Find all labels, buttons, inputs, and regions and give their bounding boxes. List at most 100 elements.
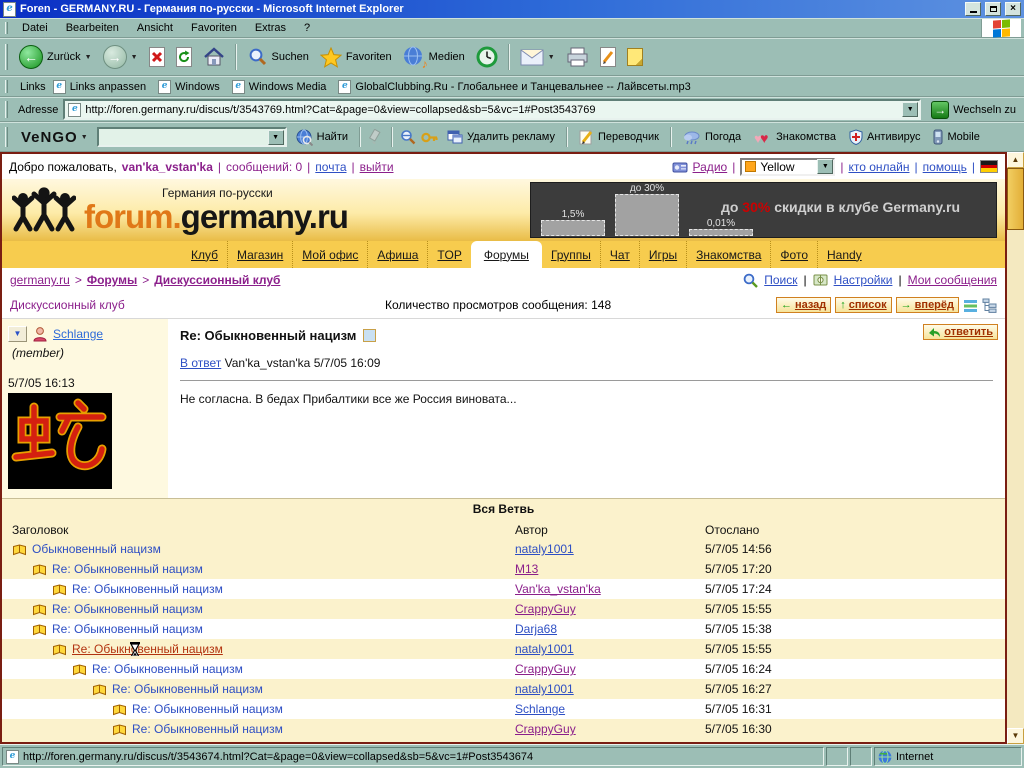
author-link[interactable]: M13 bbox=[515, 562, 538, 576]
toolbar-grip[interactable] bbox=[5, 80, 8, 93]
author-link[interactable]: nataly1001 bbox=[515, 542, 574, 556]
close-button[interactable]: × bbox=[1005, 2, 1021, 16]
settings-link[interactable]: Настройки bbox=[834, 273, 893, 287]
nav-tab[interactable]: Магазин bbox=[227, 241, 292, 268]
media-button[interactable]: ♪ Medien bbox=[398, 41, 470, 73]
address-dropdown-button[interactable]: ▼ bbox=[902, 102, 918, 117]
translator-button[interactable]: Переводчик bbox=[575, 130, 663, 145]
nav-tab[interactable]: Игры bbox=[639, 241, 686, 268]
nav-tab[interactable]: Handy bbox=[817, 241, 871, 268]
search-link[interactable]: Поиск bbox=[764, 273, 797, 287]
scrollbar-track[interactable] bbox=[1007, 230, 1024, 728]
who-online-link[interactable]: кто онлайн bbox=[848, 160, 909, 174]
thread-link[interactable]: Re: Обыкновенный нацизм bbox=[72, 582, 223, 596]
reply-button[interactable]: ответить bbox=[923, 324, 998, 340]
author-link[interactable]: nataly1001 bbox=[515, 682, 574, 696]
author-link[interactable]: Schlange bbox=[515, 702, 565, 716]
logout-link[interactable]: выйти bbox=[360, 160, 394, 174]
thread-link[interactable]: Re: Обыкновенный нацизм bbox=[132, 722, 283, 736]
remove-ads-button[interactable]: Удалить рекламу bbox=[443, 130, 559, 144]
menu-item[interactable]: Ansicht bbox=[128, 20, 182, 36]
thread-link[interactable]: Re: Обыкновенный нацизм bbox=[132, 702, 283, 716]
links-bar-item[interactable]: e Windows Media bbox=[232, 80, 327, 94]
post-link-icon[interactable] bbox=[363, 329, 376, 342]
mail-button[interactable]: ▼ bbox=[515, 41, 560, 73]
mobile-button[interactable]: Mobile bbox=[929, 129, 983, 145]
breadcrumb-club[interactable]: Дискуссионный клуб bbox=[154, 273, 280, 287]
edit-button[interactable] bbox=[595, 41, 621, 73]
breadcrumb-root[interactable]: germany.ru bbox=[10, 273, 70, 287]
dating-button[interactable]: ♥ ♥ Знакомства bbox=[750, 130, 840, 145]
collapse-post-button[interactable]: ▼ bbox=[8, 326, 27, 342]
links-bar-item[interactable]: e GlobalClubbing.Ru - Глобальнее и Танце… bbox=[338, 80, 690, 94]
in-reply-to-link[interactable]: В ответ bbox=[180, 356, 221, 370]
back-post-button[interactable]: ←назад bbox=[776, 297, 831, 313]
refresh-button[interactable] bbox=[171, 41, 197, 73]
thread-link[interactable]: Re: Обыкновенный нацизм bbox=[112, 682, 263, 696]
menu-item[interactable]: Bearbeiten bbox=[57, 20, 128, 36]
vengo-search-dropdown[interactable]: ▼ bbox=[268, 130, 284, 145]
home-button[interactable] bbox=[198, 41, 230, 73]
vengo-find-button[interactable]: Найти bbox=[292, 129, 352, 146]
nav-tab[interactable]: Форумы bbox=[471, 241, 542, 268]
notes-button[interactable] bbox=[622, 41, 648, 73]
author-link[interactable]: nataly1001 bbox=[515, 642, 574, 656]
print-button[interactable] bbox=[561, 41, 594, 73]
scroll-down-button[interactable]: ▼ bbox=[1007, 728, 1024, 744]
breadcrumb-forums[interactable]: Форумы bbox=[87, 273, 137, 287]
history-button[interactable] bbox=[471, 41, 503, 73]
menu-item[interactable]: Favoriten bbox=[182, 20, 246, 36]
toolbar-grip[interactable] bbox=[5, 101, 8, 117]
nav-tab[interactable]: Группы bbox=[542, 241, 600, 268]
vertical-scrollbar[interactable]: ▲ ▼ bbox=[1007, 152, 1024, 744]
mail-link[interactable]: почта bbox=[315, 160, 346, 174]
restore-button[interactable] bbox=[985, 2, 1001, 16]
links-bar-item[interactable]: e Windows bbox=[158, 80, 220, 94]
nav-tab[interactable]: Фото bbox=[770, 241, 817, 268]
nav-tab[interactable]: Чат bbox=[600, 241, 639, 268]
thread-link[interactable]: Re: Обыкновенный нацизм bbox=[52, 562, 203, 576]
list-button[interactable]: ↑список bbox=[835, 297, 891, 313]
tree-view-icon[interactable] bbox=[982, 298, 997, 313]
menu-item[interactable]: Datei bbox=[13, 20, 57, 36]
menu-item[interactable]: Extras bbox=[246, 20, 295, 36]
go-button[interactable]: → Wechseln zu bbox=[926, 101, 1021, 119]
thread-link[interactable]: Re: Обыкновенный нацизм bbox=[52, 622, 203, 636]
vengo-search-input[interactable]: ▼ bbox=[97, 127, 287, 147]
menu-item[interactable]: ? bbox=[295, 20, 319, 36]
highlighter-icon-disabled[interactable] bbox=[368, 129, 384, 145]
stop-button[interactable] bbox=[144, 41, 170, 73]
nav-tab[interactable]: Клуб bbox=[182, 241, 227, 268]
search-button[interactable]: Suchen bbox=[242, 41, 314, 73]
minimize-button[interactable] bbox=[965, 2, 981, 16]
help-link[interactable]: помощь bbox=[923, 160, 967, 174]
chevron-down-icon[interactable]: ▼ bbox=[85, 54, 92, 61]
address-input[interactable]: e http://foren.germany.ru/discus/t/35437… bbox=[63, 99, 921, 120]
thread-link[interactable]: Re: Обыкновенный нацизм bbox=[52, 602, 203, 616]
weather-button[interactable]: Погода bbox=[679, 130, 745, 145]
author-link[interactable]: CrappyGuy bbox=[515, 662, 576, 676]
zoom-icon[interactable] bbox=[400, 129, 416, 145]
my-messages-link[interactable]: Мои сообщения bbox=[908, 273, 997, 287]
links-bar-item[interactable]: e Links anpassen bbox=[53, 80, 146, 94]
key-icon[interactable] bbox=[421, 130, 438, 145]
author-link[interactable]: CrappyGuy bbox=[515, 602, 576, 616]
nav-tab[interactable]: Мой офис bbox=[292, 241, 367, 268]
forward-button[interactable]: → ▼ bbox=[98, 41, 143, 73]
forward-post-button[interactable]: →вперёд bbox=[896, 297, 959, 313]
chevron-down-icon[interactable]: ▼ bbox=[548, 54, 555, 61]
style-select[interactable]: Yellow ▼ bbox=[740, 158, 835, 176]
thread-link[interactable]: Re: Обыкновенный нацизм bbox=[92, 662, 243, 676]
thread-link[interactable]: Re: Обыкновенный нацизм bbox=[72, 642, 223, 656]
scrollbar-thumb[interactable] bbox=[1007, 168, 1024, 230]
back-button[interactable]: ← Zurück ▼ bbox=[14, 41, 97, 73]
style-select-dropdown[interactable]: ▼ bbox=[817, 159, 833, 174]
chevron-down-icon[interactable]: ▼ bbox=[131, 54, 138, 61]
nav-tab[interactable]: Афиша bbox=[367, 241, 427, 268]
author-link[interactable]: Van'ka_vstan'ka bbox=[515, 582, 601, 596]
radio-link[interactable]: Радио bbox=[693, 160, 728, 174]
toolbar-grip[interactable] bbox=[5, 44, 8, 69]
chevron-down-icon[interactable]: ▼ bbox=[81, 134, 89, 141]
nav-tab[interactable]: Знакомства bbox=[686, 241, 770, 268]
vengo-logo[interactable]: VeNGO ▼ bbox=[18, 129, 92, 146]
